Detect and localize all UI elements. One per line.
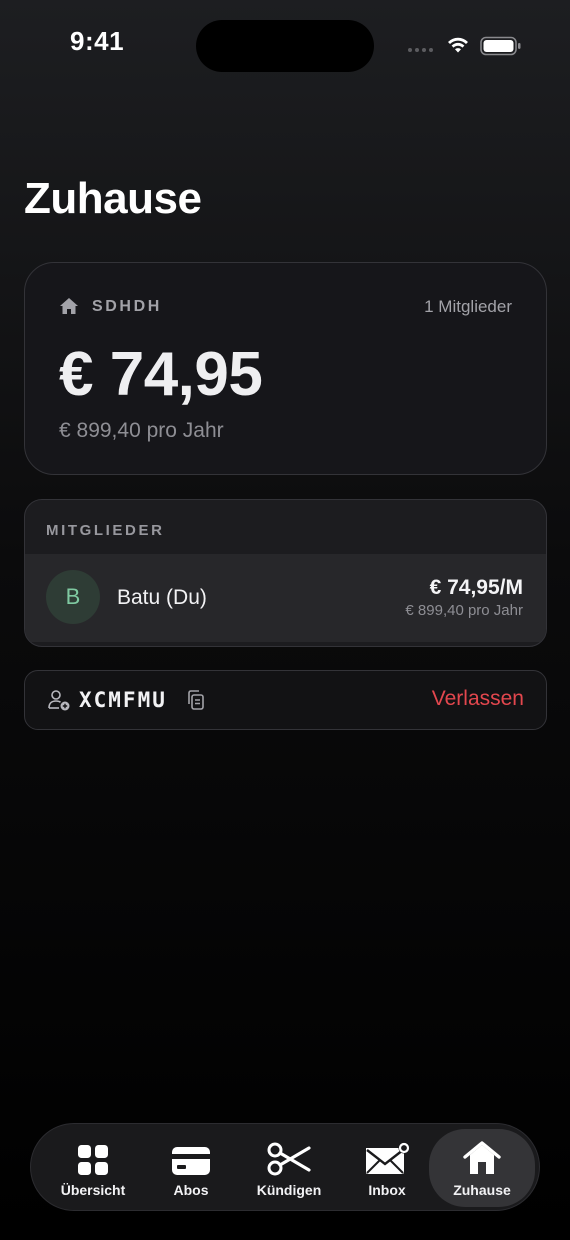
grid-icon: [78, 1145, 108, 1175]
scissors-icon: [267, 1142, 311, 1176]
tab-inbox[interactable]: Inbox: [339, 1124, 435, 1212]
yearly-total: € 899,40 pro Jahr: [59, 419, 224, 442]
member-yearly-price: € 899,40 pro Jahr: [405, 602, 523, 619]
copy-icon[interactable]: [186, 689, 206, 711]
battery-icon: [480, 36, 521, 56]
member-name: Batu (Du): [117, 586, 207, 609]
status-bar: 9:41: [0, 0, 570, 90]
credit-card-icon: [172, 1147, 210, 1175]
tab-overview[interactable]: Übersicht: [45, 1124, 141, 1212]
tab-label: Kündigen: [256, 1182, 322, 1198]
tab-home[interactable]: Zuhause: [429, 1129, 535, 1207]
invite-code: XCMFMU: [79, 688, 167, 712]
members-card: MITGLIEDER B Batu (Du) € 74,95/M € 899,4…: [24, 499, 547, 647]
tab-subscriptions[interactable]: Abos: [143, 1124, 239, 1212]
leave-button[interactable]: Verlassen: [432, 687, 524, 711]
tab-label: Zuhause: [453, 1182, 511, 1198]
dynamic-island: [196, 20, 374, 72]
members-section-header: MITGLIEDER: [46, 522, 165, 539]
home-summary-card[interactable]: SDHDH 1 Mitglieder € 74,95 € 899,40 pro …: [24, 262, 547, 475]
tab-label: Abos: [173, 1182, 209, 1198]
tab-cancel[interactable]: Kündigen: [241, 1124, 337, 1212]
wifi-icon: [448, 37, 468, 53]
tab-bar: Übersicht Abos Kündigen Inbox Zuhause: [30, 1123, 540, 1211]
member-row[interactable]: B Batu (Du) € 74,95/M € 899,40 pro Jahr: [25, 554, 546, 642]
invite-code-row: XCMFMU Verlassen: [24, 670, 547, 730]
tab-label: Inbox: [368, 1182, 406, 1198]
house-icon: [463, 1141, 501, 1174]
tab-label: Übersicht: [60, 1182, 126, 1198]
home-name: SDHDH: [92, 298, 162, 315]
status-time: 9:41: [70, 26, 125, 56]
page-title: Zuhause: [24, 174, 202, 223]
mail-icon: [366, 1142, 410, 1174]
house-icon: [60, 298, 78, 314]
avatar: B: [46, 570, 100, 624]
cellular-signal-icon: [408, 48, 433, 52]
members-count: 1 Mitglieder: [424, 297, 512, 316]
add-user-icon: [48, 690, 70, 711]
member-monthly-price: € 74,95/M: [429, 576, 523, 599]
monthly-total: € 74,95: [59, 340, 263, 409]
